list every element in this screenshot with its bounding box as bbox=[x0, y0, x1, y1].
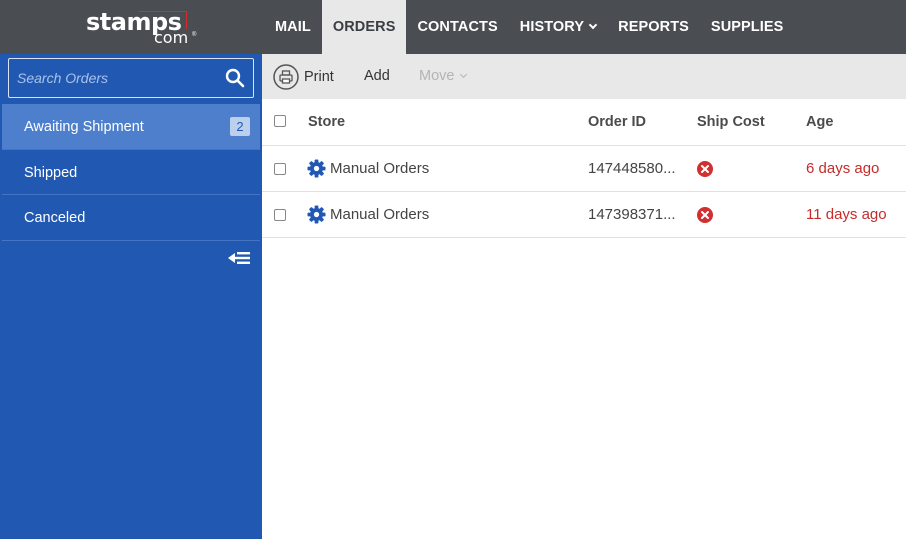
sidebar: Awaiting Shipment 2 Shipped Canceled bbox=[0, 54, 262, 539]
gear-icon bbox=[307, 205, 326, 224]
column-header-store[interactable]: Store bbox=[308, 114, 345, 130]
add-label: Add bbox=[364, 68, 390, 84]
search-box bbox=[8, 58, 254, 98]
nav-contacts-label: CONTACTS bbox=[417, 19, 498, 35]
row-checkbox[interactable] bbox=[274, 209, 286, 221]
nav-supplies-label: SUPPLIES bbox=[710, 19, 784, 35]
sidebar-item-canceled[interactable]: Canceled bbox=[2, 195, 260, 240]
stamps-com-logo[interactable]: stamps com ® bbox=[84, 8, 214, 47]
nav-history[interactable]: HISTORY bbox=[509, 0, 607, 54]
nav-contacts[interactable]: CONTACTS bbox=[406, 0, 508, 54]
error-icon bbox=[697, 161, 713, 177]
age-cell: 11 days ago bbox=[806, 206, 887, 223]
table-header-row: Store Order ID Ship Cost Age bbox=[262, 99, 906, 146]
nav-orders-label: ORDERS bbox=[332, 19, 396, 35]
sidebar-divider bbox=[2, 240, 260, 241]
row-checkbox[interactable] bbox=[274, 163, 286, 175]
gear-icon bbox=[307, 159, 326, 178]
nav-history-label: HISTORY bbox=[519, 19, 585, 35]
age-cell: 6 days ago bbox=[806, 160, 880, 177]
search-icon[interactable] bbox=[225, 68, 245, 88]
sidebar-item-label: Canceled bbox=[24, 209, 86, 226]
column-header-age[interactable]: Age bbox=[806, 114, 833, 130]
logo-text-com: com bbox=[154, 28, 189, 47]
nav-supplies[interactable]: SUPPLIES bbox=[700, 0, 795, 54]
order-id-cell[interactable]: 147448580... bbox=[588, 160, 676, 177]
count-badge: 2 bbox=[230, 117, 250, 136]
printer-icon bbox=[273, 64, 299, 90]
print-button[interactable]: Print bbox=[273, 64, 334, 90]
collapse-sidebar-icon[interactable] bbox=[228, 250, 250, 266]
top-nav-bar: stamps com ® MAIL ORDERS CONTACTS HISTOR… bbox=[0, 0, 906, 54]
add-button[interactable]: Add bbox=[364, 68, 390, 84]
select-all-checkbox[interactable] bbox=[274, 115, 286, 127]
orders-toolbar: Print Add Move bbox=[262, 54, 906, 99]
logo-registered-mark: ® bbox=[192, 32, 197, 38]
nav-reports[interactable]: REPORTS bbox=[607, 0, 700, 54]
error-icon bbox=[697, 207, 713, 223]
move-label: Move bbox=[419, 68, 455, 84]
table-row[interactable]: Manual Orders 147448580... 6 days ago bbox=[262, 146, 906, 192]
orders-table: Store Order ID Ship Cost Age Manual Orde… bbox=[262, 99, 906, 238]
search-orders-input[interactable] bbox=[9, 59, 219, 97]
print-label: Print bbox=[304, 69, 334, 85]
nav-reports-label: REPORTS bbox=[618, 19, 689, 35]
sidebar-item-label: Shipped bbox=[24, 164, 78, 181]
nav-orders[interactable]: ORDERS bbox=[321, 0, 407, 54]
store-cell: Manual Orders bbox=[330, 206, 430, 223]
nav-mail[interactable]: MAIL bbox=[264, 0, 322, 54]
sidebar-item-label: Awaiting Shipment bbox=[24, 118, 144, 135]
column-header-ship-cost[interactable]: Ship Cost bbox=[697, 114, 765, 130]
sidebar-item-awaiting-shipment[interactable]: Awaiting Shipment 2 bbox=[2, 104, 260, 149]
chevron-down-icon bbox=[460, 70, 468, 79]
logo-red-frame bbox=[139, 11, 187, 29]
column-header-order-id[interactable]: Order ID bbox=[588, 114, 646, 130]
chevron-down-icon bbox=[588, 20, 598, 30]
table-row[interactable]: Manual Orders 147398371... 11 days ago bbox=[262, 192, 906, 238]
store-cell: Manual Orders bbox=[330, 160, 430, 177]
move-button[interactable]: Move bbox=[419, 68, 468, 84]
nav-mail-label: MAIL bbox=[275, 19, 311, 35]
order-id-cell[interactable]: 147398371... bbox=[588, 206, 676, 223]
sidebar-item-shipped[interactable]: Shipped bbox=[2, 150, 260, 195]
main-nav: MAIL ORDERS CONTACTS HISTORY REPORTS SUP… bbox=[264, 0, 794, 54]
